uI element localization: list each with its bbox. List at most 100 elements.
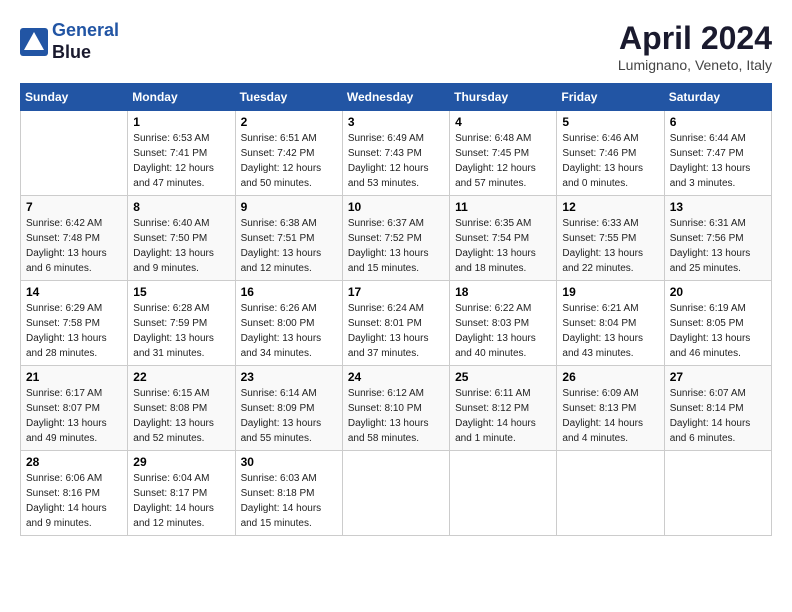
logo-icon [20,28,48,56]
day-info: Sunrise: 6:17 AM Sunset: 8:07 PM Dayligh… [26,386,122,446]
calendar-cell: 27 Sunrise: 6:07 AM Sunset: 8:14 PM Dayli… [664,366,771,451]
day-number: 17 [348,285,444,299]
calendar-cell: 26 Sunrise: 6:09 AM Sunset: 8:13 PM Dayli… [557,366,664,451]
calendar-cell [664,451,771,536]
title-block: April 2024 Lumignano, Veneto, Italy [618,20,772,73]
day-number: 29 [133,455,229,469]
weekday-header: Monday [128,84,235,111]
calendar-cell: 30 Sunrise: 6:03 AM Sunset: 8:18 PM Dayli… [235,451,342,536]
calendar-week-row: 28Sunrise: 6:06 AM Sunset: 8:16 PM Dayli… [21,451,772,536]
day-info: Sunrise: 6:49 AM Sunset: 7:43 PM Dayligh… [348,131,444,191]
day-info: Sunrise: 6:15 AM Sunset: 8:08 PM Dayligh… [133,386,229,446]
day-info: Sunrise: 6:46 AM Sunset: 7:46 PM Dayligh… [562,131,658,191]
day-number: 21 [26,370,122,384]
day-info: Sunrise: 6:35 AM Sunset: 7:54 PM Dayligh… [455,216,551,276]
day-number: 14 [26,285,122,299]
day-info: Sunrise: 6:03 AM Sunset: 8:18 PM Dayligh… [241,471,337,531]
calendar-cell: 14 Sunrise: 6:29 AM Sunset: 7:58 PM Dayli… [21,281,128,366]
day-number: 5 [562,115,658,129]
day-number: 27 [670,370,766,384]
calendar-cell: 5 Sunrise: 6:46 AM Sunset: 7:46 PM Daylig… [557,111,664,196]
day-number: 2 [241,115,337,129]
calendar-cell: 29 Sunrise: 6:04 AM Sunset: 8:17 PM Dayli… [128,451,235,536]
calendar-cell: 8 Sunrise: 6:40 AM Sunset: 7:50 PM Daylig… [128,196,235,281]
calendar-cell: 23 Sunrise: 6:14 AM Sunset: 8:09 PM Dayli… [235,366,342,451]
weekday-header: Thursday [450,84,557,111]
calendar-cell: 7Sunrise: 6:42 AM Sunset: 7:48 PM Daylig… [21,196,128,281]
calendar-cell: 15 Sunrise: 6:28 AM Sunset: 7:59 PM Dayli… [128,281,235,366]
calendar-cell: 25 Sunrise: 6:11 AM Sunset: 8:12 PM Dayli… [450,366,557,451]
day-info: Sunrise: 6:53 AM Sunset: 7:41 PM Dayligh… [133,131,229,191]
calendar-cell: 4 Sunrise: 6:48 AM Sunset: 7:45 PM Daylig… [450,111,557,196]
day-info: Sunrise: 6:40 AM Sunset: 7:50 PM Dayligh… [133,216,229,276]
day-info: Sunrise: 6:33 AM Sunset: 7:55 PM Dayligh… [562,216,658,276]
day-info: Sunrise: 6:09 AM Sunset: 8:13 PM Dayligh… [562,386,658,446]
logo-line2: Blue [52,42,91,62]
day-info: Sunrise: 6:14 AM Sunset: 8:09 PM Dayligh… [241,386,337,446]
calendar-cell: 12Sunrise: 6:33 AM Sunset: 7:55 PM Dayli… [557,196,664,281]
calendar-cell: 24 Sunrise: 6:12 AM Sunset: 8:10 PM Dayli… [342,366,449,451]
weekday-header: Friday [557,84,664,111]
day-info: Sunrise: 6:29 AM Sunset: 7:58 PM Dayligh… [26,301,122,361]
calendar-week-row: 14 Sunrise: 6:29 AM Sunset: 7:58 PM Dayli… [21,281,772,366]
day-number: 19 [562,285,658,299]
day-number: 16 [241,285,337,299]
day-info: Sunrise: 6:19 AM Sunset: 8:05 PM Dayligh… [670,301,766,361]
day-number: 15 [133,285,229,299]
calendar-table: SundayMondayTuesdayWednesdayThursdayFrid… [20,83,772,536]
day-info: Sunrise: 6:07 AM Sunset: 8:14 PM Dayligh… [670,386,766,446]
day-info: Sunrise: 6:06 AM Sunset: 8:16 PM Dayligh… [26,471,122,531]
page-header: General Blue April 2024 Lumignano, Venet… [20,20,772,73]
calendar-week-row: 21 Sunrise: 6:17 AM Sunset: 8:07 PM Dayli… [21,366,772,451]
day-number: 20 [670,285,766,299]
calendar-cell: 11 Sunrise: 6:35 AM Sunset: 7:54 PM Dayli… [450,196,557,281]
day-number: 30 [241,455,337,469]
day-number: 25 [455,370,551,384]
calendar-cell: 17 Sunrise: 6:24 AM Sunset: 8:01 PM Dayli… [342,281,449,366]
calendar-cell: 18 Sunrise: 6:22 AM Sunset: 8:03 PM Dayli… [450,281,557,366]
day-number: 18 [455,285,551,299]
logo-text: General Blue [52,20,119,63]
day-number: 11 [455,200,551,214]
day-info: Sunrise: 6:51 AM Sunset: 7:42 PM Dayligh… [241,131,337,191]
day-number: 13 [670,200,766,214]
day-info: Sunrise: 6:28 AM Sunset: 7:59 PM Dayligh… [133,301,229,361]
calendar-cell: 16 Sunrise: 6:26 AM Sunset: 8:00 PM Dayli… [235,281,342,366]
weekday-header: Sunday [21,84,128,111]
calendar-cell: 13Sunrise: 6:31 AM Sunset: 7:56 PM Dayli… [664,196,771,281]
day-info: Sunrise: 6:24 AM Sunset: 8:01 PM Dayligh… [348,301,444,361]
calendar-cell: 2 Sunrise: 6:51 AM Sunset: 7:42 PM Daylig… [235,111,342,196]
calendar-cell: 1 Sunrise: 6:53 AM Sunset: 7:41 PM Daylig… [128,111,235,196]
day-number: 4 [455,115,551,129]
day-info: Sunrise: 6:38 AM Sunset: 7:51 PM Dayligh… [241,216,337,276]
day-info: Sunrise: 6:11 AM Sunset: 8:12 PM Dayligh… [455,386,551,446]
day-number: 26 [562,370,658,384]
day-number: 24 [348,370,444,384]
day-info: Sunrise: 6:26 AM Sunset: 8:00 PM Dayligh… [241,301,337,361]
day-number: 1 [133,115,229,129]
day-number: 6 [670,115,766,129]
calendar-cell: 22 Sunrise: 6:15 AM Sunset: 8:08 PM Dayli… [128,366,235,451]
day-number: 8 [133,200,229,214]
day-info: Sunrise: 6:44 AM Sunset: 7:47 PM Dayligh… [670,131,766,191]
calendar-cell [450,451,557,536]
calendar-cell [557,451,664,536]
location: Lumignano, Veneto, Italy [618,57,772,73]
day-number: 7 [26,200,122,214]
month-title: April 2024 [618,20,772,57]
weekday-header: Wednesday [342,84,449,111]
calendar-week-row: 7Sunrise: 6:42 AM Sunset: 7:48 PM Daylig… [21,196,772,281]
day-number: 23 [241,370,337,384]
calendar-week-row: 1 Sunrise: 6:53 AM Sunset: 7:41 PM Daylig… [21,111,772,196]
calendar-cell [21,111,128,196]
day-info: Sunrise: 6:04 AM Sunset: 8:17 PM Dayligh… [133,471,229,531]
logo: General Blue [20,20,119,63]
day-info: Sunrise: 6:48 AM Sunset: 7:45 PM Dayligh… [455,131,551,191]
calendar-cell: 21 Sunrise: 6:17 AM Sunset: 8:07 PM Dayli… [21,366,128,451]
calendar-cell: 20 Sunrise: 6:19 AM Sunset: 8:05 PM Dayli… [664,281,771,366]
day-number: 22 [133,370,229,384]
day-info: Sunrise: 6:22 AM Sunset: 8:03 PM Dayligh… [455,301,551,361]
calendar-cell [342,451,449,536]
day-info: Sunrise: 6:21 AM Sunset: 8:04 PM Dayligh… [562,301,658,361]
day-info: Sunrise: 6:12 AM Sunset: 8:10 PM Dayligh… [348,386,444,446]
